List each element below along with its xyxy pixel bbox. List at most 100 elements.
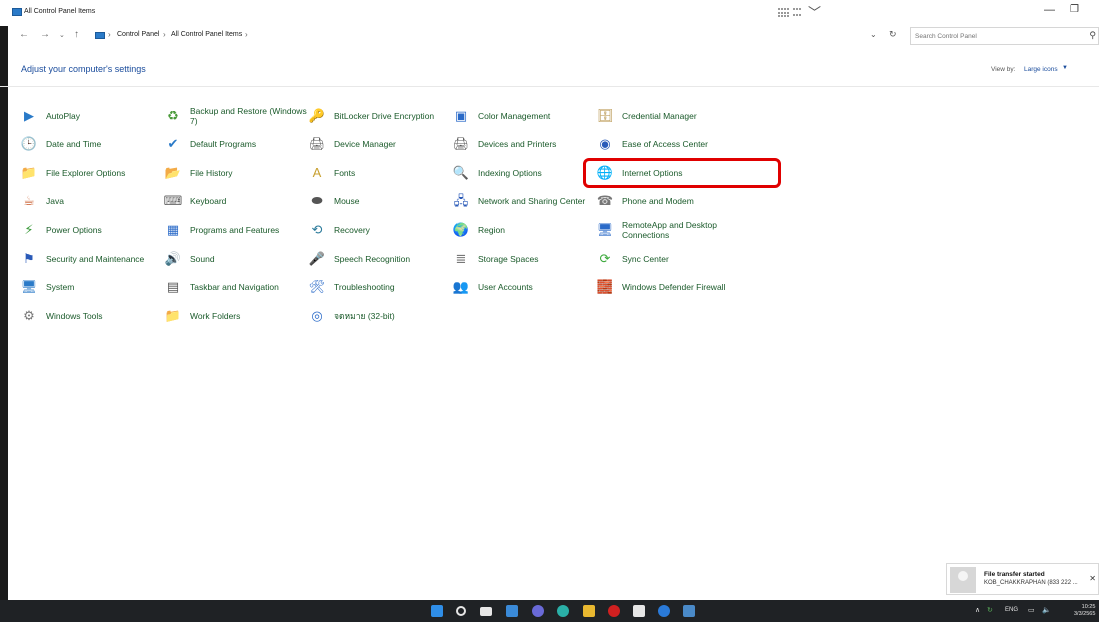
sync-center-icon: ⟳ [599,251,611,266]
teamviewer-icon[interactable] [658,605,670,617]
address-dropdown-icon[interactable]: ⌄ [870,30,877,39]
chat-icon[interactable] [532,605,544,617]
control-panel-item[interactable]: ⚙ Windows Tools [20,303,170,329]
search-icon[interactable]: ⚲ [1089,30,1096,41]
view-by-arrow-icon[interactable]: ▼ [1062,65,1068,71]
remoteapp-icon: 🖥 [596,222,614,237]
control-panel-item[interactable]: A Fonts [308,160,458,186]
opera-icon[interactable] [608,605,620,617]
control-panel-item[interactable]: 👥 User Accounts [452,274,602,300]
control-panel-item[interactable]: ◉ Ease of Access Center [596,131,746,157]
control-panel-item[interactable]: 🖨 Device Manager [308,131,458,157]
autoplay-icon: ▶ [24,108,34,123]
control-panel-item[interactable]: ▶ AutoPlay [20,103,170,129]
control-panel-item[interactable]: 🖥 System [20,274,170,300]
breadcrumb-separator-icon[interactable]: › [245,30,248,39]
control-panel-item[interactable]: 📁 File Explorer Options [20,160,170,186]
control-panel-item[interactable]: 🌍 Region [452,217,602,243]
task-view-icon[interactable] [480,607,492,616]
network-icon[interactable]: ▭ [1028,606,1035,614]
credential-manager-icon: 🗄 [596,108,614,123]
color-management-icon: ▣ [454,108,468,123]
control-panel-item-label: Security and Maintenance [46,254,145,264]
control-panel-item[interactable]: 🎤 Speech Recognition [308,246,458,272]
control-panel-item[interactable]: 🖨 Devices and Printers [452,131,602,157]
control-panel-item-label: Taskbar and Navigation [190,282,279,292]
control-panel-item[interactable]: 🗄 Credential Manager [596,103,746,129]
breadcrumb-all-items[interactable]: All Control Panel Items [171,31,242,38]
control-panel-item[interactable]: ⬬ Mouse [308,188,458,214]
control-panel-item[interactable]: ♻ Backup and Restore (Windows 7) [164,103,314,129]
control-panel-item[interactable]: 🧱 Windows Defender Firewall [596,274,746,300]
control-panel-item-label: BitLocker Drive Encryption [334,111,435,121]
control-panel-item-label: Sound [190,254,215,264]
notification-body: KOB_CHAKKRAPHAN (833 222 ... [984,580,1078,586]
control-panel-item[interactable]: 🔊 Sound [164,246,314,272]
file-explorer-icon[interactable] [583,605,595,617]
search-input[interactable] [915,31,1075,42]
network-sharing-icon: 🖧 [453,193,469,208]
control-panel-item[interactable]: 🖧 Network and Sharing Center [452,188,602,214]
control-panel-item[interactable]: ⟳ Sync Center [596,246,746,272]
control-panel-item[interactable]: ⟲ Recovery [308,217,458,243]
start-button[interactable] [431,605,443,617]
control-panel-item-label: Sync Center [622,254,669,264]
control-panel-item[interactable]: ◎ จดหมาย (32-bit) [308,303,458,329]
restore-button[interactable]: ❐ [1070,4,1079,15]
control-panel-item[interactable]: 🔍 Indexing Options [452,160,602,186]
windows-tools-icon: ⚙ [23,308,35,323]
close-icon[interactable]: ✕ [1089,574,1096,583]
control-panel-item[interactable]: ⚡ Power Options [20,217,170,243]
fonts-icon: A [312,165,322,180]
notepad-icon[interactable] [633,605,645,617]
breadcrumb-control-panel[interactable]: Control Panel [117,31,159,38]
search-box[interactable]: ⚲ [910,27,1099,45]
control-panel-item-label: Speech Recognition [334,254,411,264]
volume-icon[interactable]: 🔈 [1042,606,1051,614]
widgets-icon[interactable] [506,605,518,617]
header-divider [0,86,1099,87]
edge-icon[interactable] [557,605,569,617]
control-panel-item-label: Troubleshooting [334,282,395,292]
view-by-dropdown[interactable]: Large icons [1024,66,1058,73]
search-taskbar-icon[interactable] [456,606,466,616]
control-panel-item[interactable]: ☕ Java [20,188,170,214]
control-panel-item[interactable]: ⌨ Keyboard [164,188,314,214]
date-time-icon: 🕒 [20,136,38,151]
refresh-icon[interactable]: ↻ [889,29,897,40]
layout-icons[interactable]: ﹀ [778,6,821,19]
language-indicator[interactable]: ENG [1005,607,1018,613]
file-transfer-notification[interactable]: File transfer started KOB_CHAKKRAPHAN (8… [946,563,1099,595]
control-panel-item[interactable]: ⚑ Security and Maintenance [20,246,170,272]
title-bar: All Control Panel Items ﹀ — ❐ [0,0,1099,26]
recent-chevron-icon[interactable]: ⌄ [59,31,65,39]
back-arrow-icon[interactable]: ← [19,29,29,40]
control-panel-item[interactable]: 📂 File History [164,160,314,186]
control-panel-item[interactable]: ▦ Programs and Features [164,217,314,243]
clock-date: 3/3/2565 [1074,611,1096,617]
control-panel-taskbar-icon[interactable] [683,605,695,617]
control-panel-item[interactable]: 🕒 Date and Time [20,131,170,157]
up-arrow-icon[interactable]: ↑ [74,29,79,40]
control-panel-item[interactable]: ▤ Taskbar and Navigation [164,274,314,300]
tray-overflow-icon[interactable]: ∧ [975,606,980,614]
control-panel-item[interactable]: 📁 Work Folders [164,303,314,329]
control-panel-item[interactable]: 🖥 RemoteApp and Desktop Connections [596,217,746,243]
region-icon: 🌍 [452,222,470,237]
control-panel-item-label: Date and Time [46,139,102,149]
forward-arrow-icon[interactable]: → [40,29,50,40]
tray-app-icon[interactable]: ↻ [987,606,993,614]
bitlocker-key-icon: 🔑 [308,108,326,123]
clock[interactable]: 10:25 3/3/2565 [1074,604,1095,618]
control-panel-item[interactable]: 🔑 BitLocker Drive Encryption [308,103,458,129]
control-panel-item-label: Fonts [334,168,356,178]
control-panel-item[interactable]: ☎ Phone and Modem [596,188,746,214]
recovery-icon: ⟲ [311,222,323,237]
control-panel-item[interactable]: ▣ Color Management [452,103,602,129]
control-panel-item[interactable]: 🛠 Troubleshooting [308,274,458,300]
screen-bezel [0,0,8,622]
control-panel-item[interactable]: ≣ Storage Spaces [452,246,602,272]
control-panel-item[interactable]: ✔ Default Programs [164,131,314,157]
control-panel-item-label: Work Folders [190,311,241,321]
minimize-button[interactable]: — [1044,4,1055,16]
